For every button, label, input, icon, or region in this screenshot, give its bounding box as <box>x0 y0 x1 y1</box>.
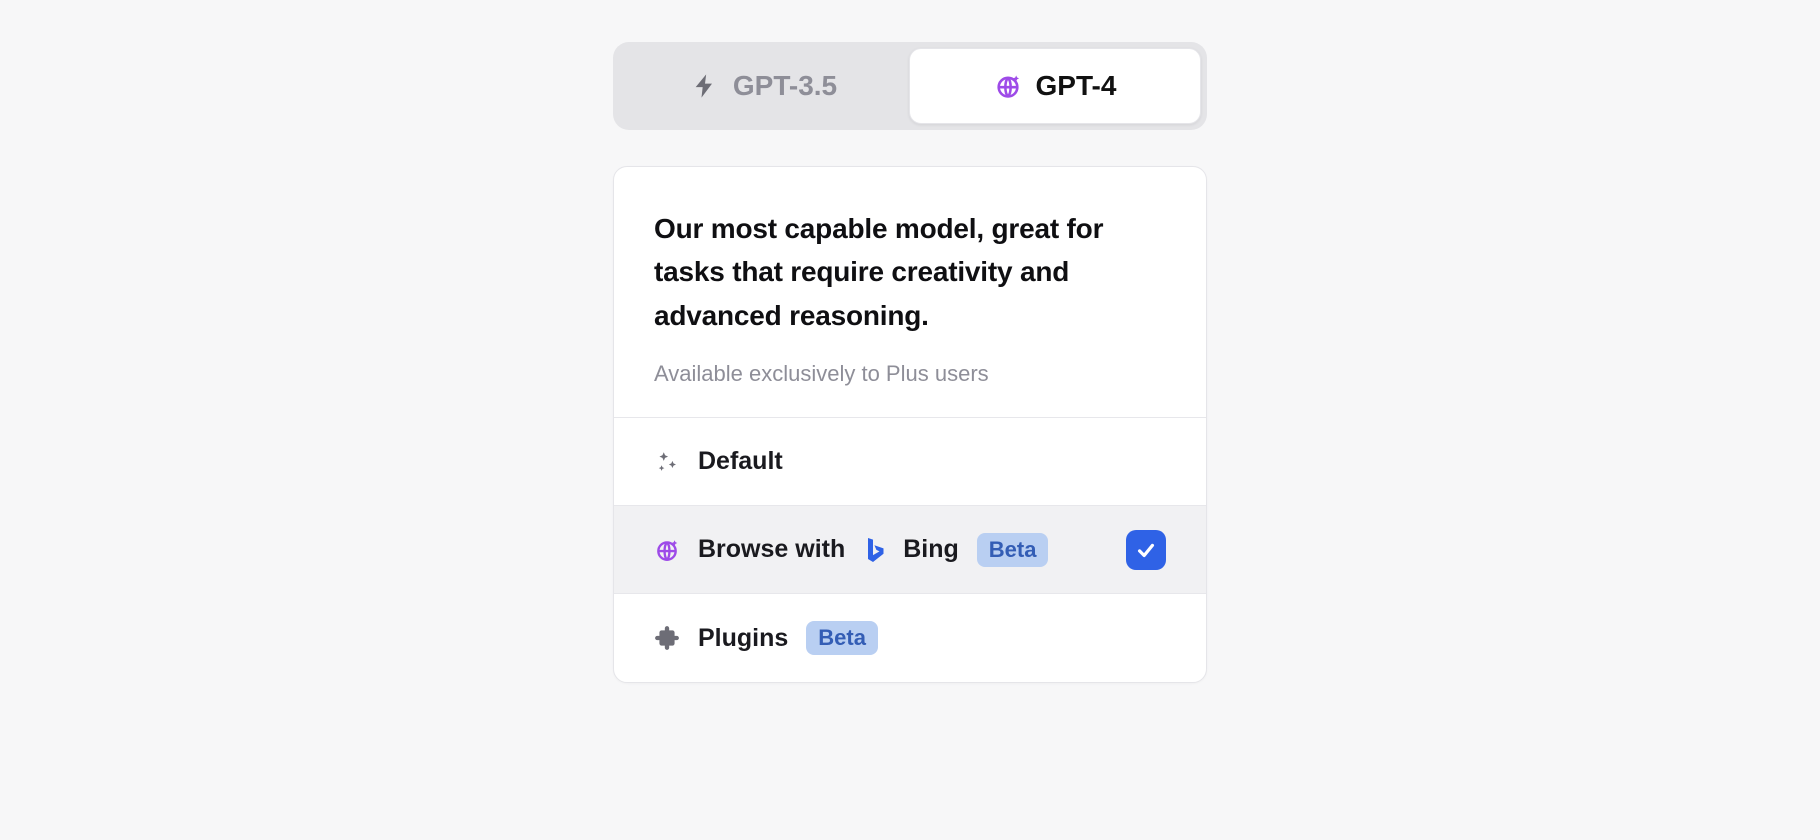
option-label: Plugins <box>698 624 788 653</box>
option-label: Default <box>698 447 783 476</box>
beta-badge: Beta <box>977 533 1049 567</box>
selected-check <box>1126 530 1166 570</box>
option-default[interactable]: Default <box>614 418 1206 506</box>
model-description: Our most capable model, great for tasks … <box>654 207 1166 337</box>
tab-gpt-3-5[interactable]: GPT-3.5 <box>619 48 909 124</box>
tab-label: GPT-4 <box>1036 70 1117 102</box>
bing-icon <box>863 536 885 564</box>
globe-sparkle-icon <box>654 537 680 563</box>
option-label-pre: Browse with <box>698 535 845 564</box>
puzzle-icon <box>654 625 680 651</box>
model-options-panel: Our most capable model, great for tasks … <box>613 166 1207 683</box>
model-subtext: Available exclusively to Plus users <box>654 361 1166 387</box>
option-plugins[interactable]: Plugins Beta <box>614 594 1206 682</box>
model-toggle: GPT-3.5 GPT-4 <box>613 42 1207 130</box>
globe-sparkle-icon <box>994 72 1022 100</box>
tab-gpt-4[interactable]: GPT-4 <box>909 48 1201 124</box>
lightning-icon <box>691 72 719 100</box>
beta-badge: Beta <box>806 621 878 655</box>
option-browse-with-bing[interactable]: Browse with Bing Beta <box>614 506 1206 594</box>
sparkles-icon <box>654 449 680 475</box>
option-label-post: Bing <box>903 535 959 564</box>
model-description-block: Our most capable model, great for tasks … <box>614 167 1206 418</box>
tab-label: GPT-3.5 <box>733 70 837 102</box>
